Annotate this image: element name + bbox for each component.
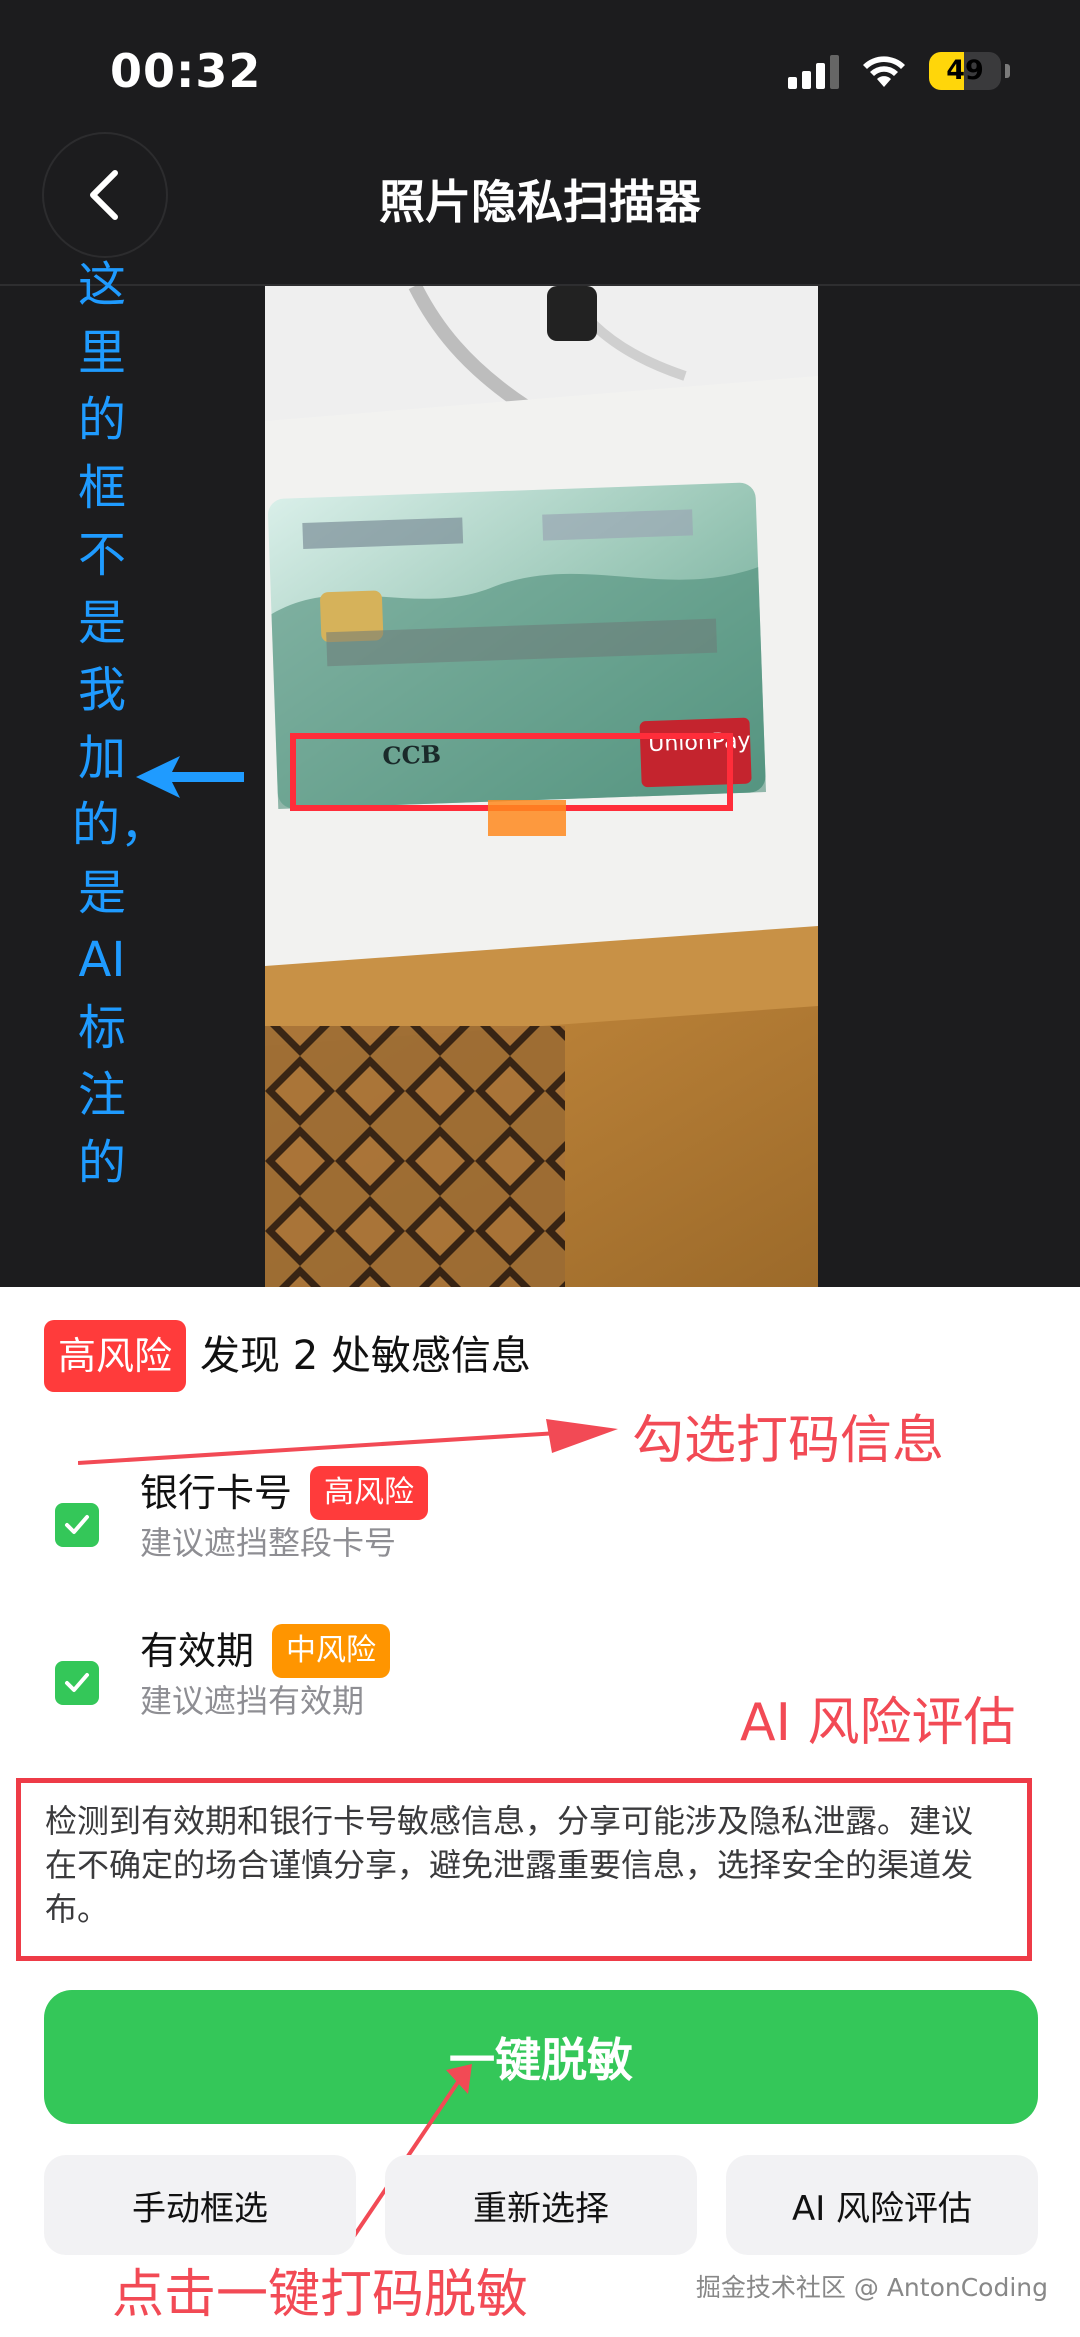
wifi-icon	[863, 56, 905, 87]
expiry-risk-tag: 中风险	[272, 1624, 390, 1678]
annotation-click-hint: 点击一键打码脱敏	[112, 2265, 529, 2325]
expiry-checkbox[interactable]	[55, 1661, 99, 1705]
annotation-ai-assessment: AI 风险评估	[740, 1693, 1016, 1753]
annotation-select-info: 勾选打码信息	[632, 1411, 945, 1471]
expiry-advice: 建议遮挡有效期	[140, 1682, 365, 1720]
expiry-title: 有效期	[140, 1629, 255, 1673]
checkmark-icon	[65, 1515, 89, 1534]
ai-risk-assess-button[interactable]: AI 风险评估	[726, 2155, 1038, 2255]
battery-icon: 49	[929, 52, 1001, 90]
risk-level-badge: 高风险	[44, 1320, 187, 1392]
annotation-arrow-left-icon	[136, 756, 244, 798]
manual-select-button[interactable]: 手动框选	[44, 2155, 356, 2255]
ai-expiry-highlight	[488, 800, 566, 836]
cellular-signal-icon	[788, 53, 839, 89]
reselect-button[interactable]: 重新选择	[385, 2155, 697, 2255]
card-number-advice: 建议遮挡整段卡号	[140, 1524, 397, 1562]
one-click-redact-button[interactable]: 一键脱敏	[44, 1990, 1038, 2124]
watermark: 掘金技术社区 @ AntonCoding	[695, 2273, 1048, 2302]
card-number-title: 银行卡号	[140, 1471, 293, 1515]
checkmark-icon	[65, 1673, 89, 1692]
status-time: 00:32	[110, 44, 262, 98]
findings-summary: 发现 2 处敏感信息	[200, 1333, 531, 1379]
card-number-checkbox[interactable]	[55, 1503, 99, 1547]
annotation-arrow-right-icon	[78, 1419, 618, 1465]
battery-level: 49	[946, 55, 984, 86]
page-title: 照片隐私扫描器	[379, 175, 701, 229]
card-number-risk-tag: 高风险	[310, 1466, 428, 1520]
status-icons: 49	[788, 48, 1010, 94]
risk-assessment-text: 检测到有效期和银行卡号敏感信息，分享可能涉及隐私泄露。建议在不确定的场合谨慎分享…	[16, 1778, 1032, 1961]
annotation-ai-box-note: 这里的框不是我加的，是AI标注的	[72, 257, 169, 1191]
battery-nub	[1005, 64, 1010, 78]
